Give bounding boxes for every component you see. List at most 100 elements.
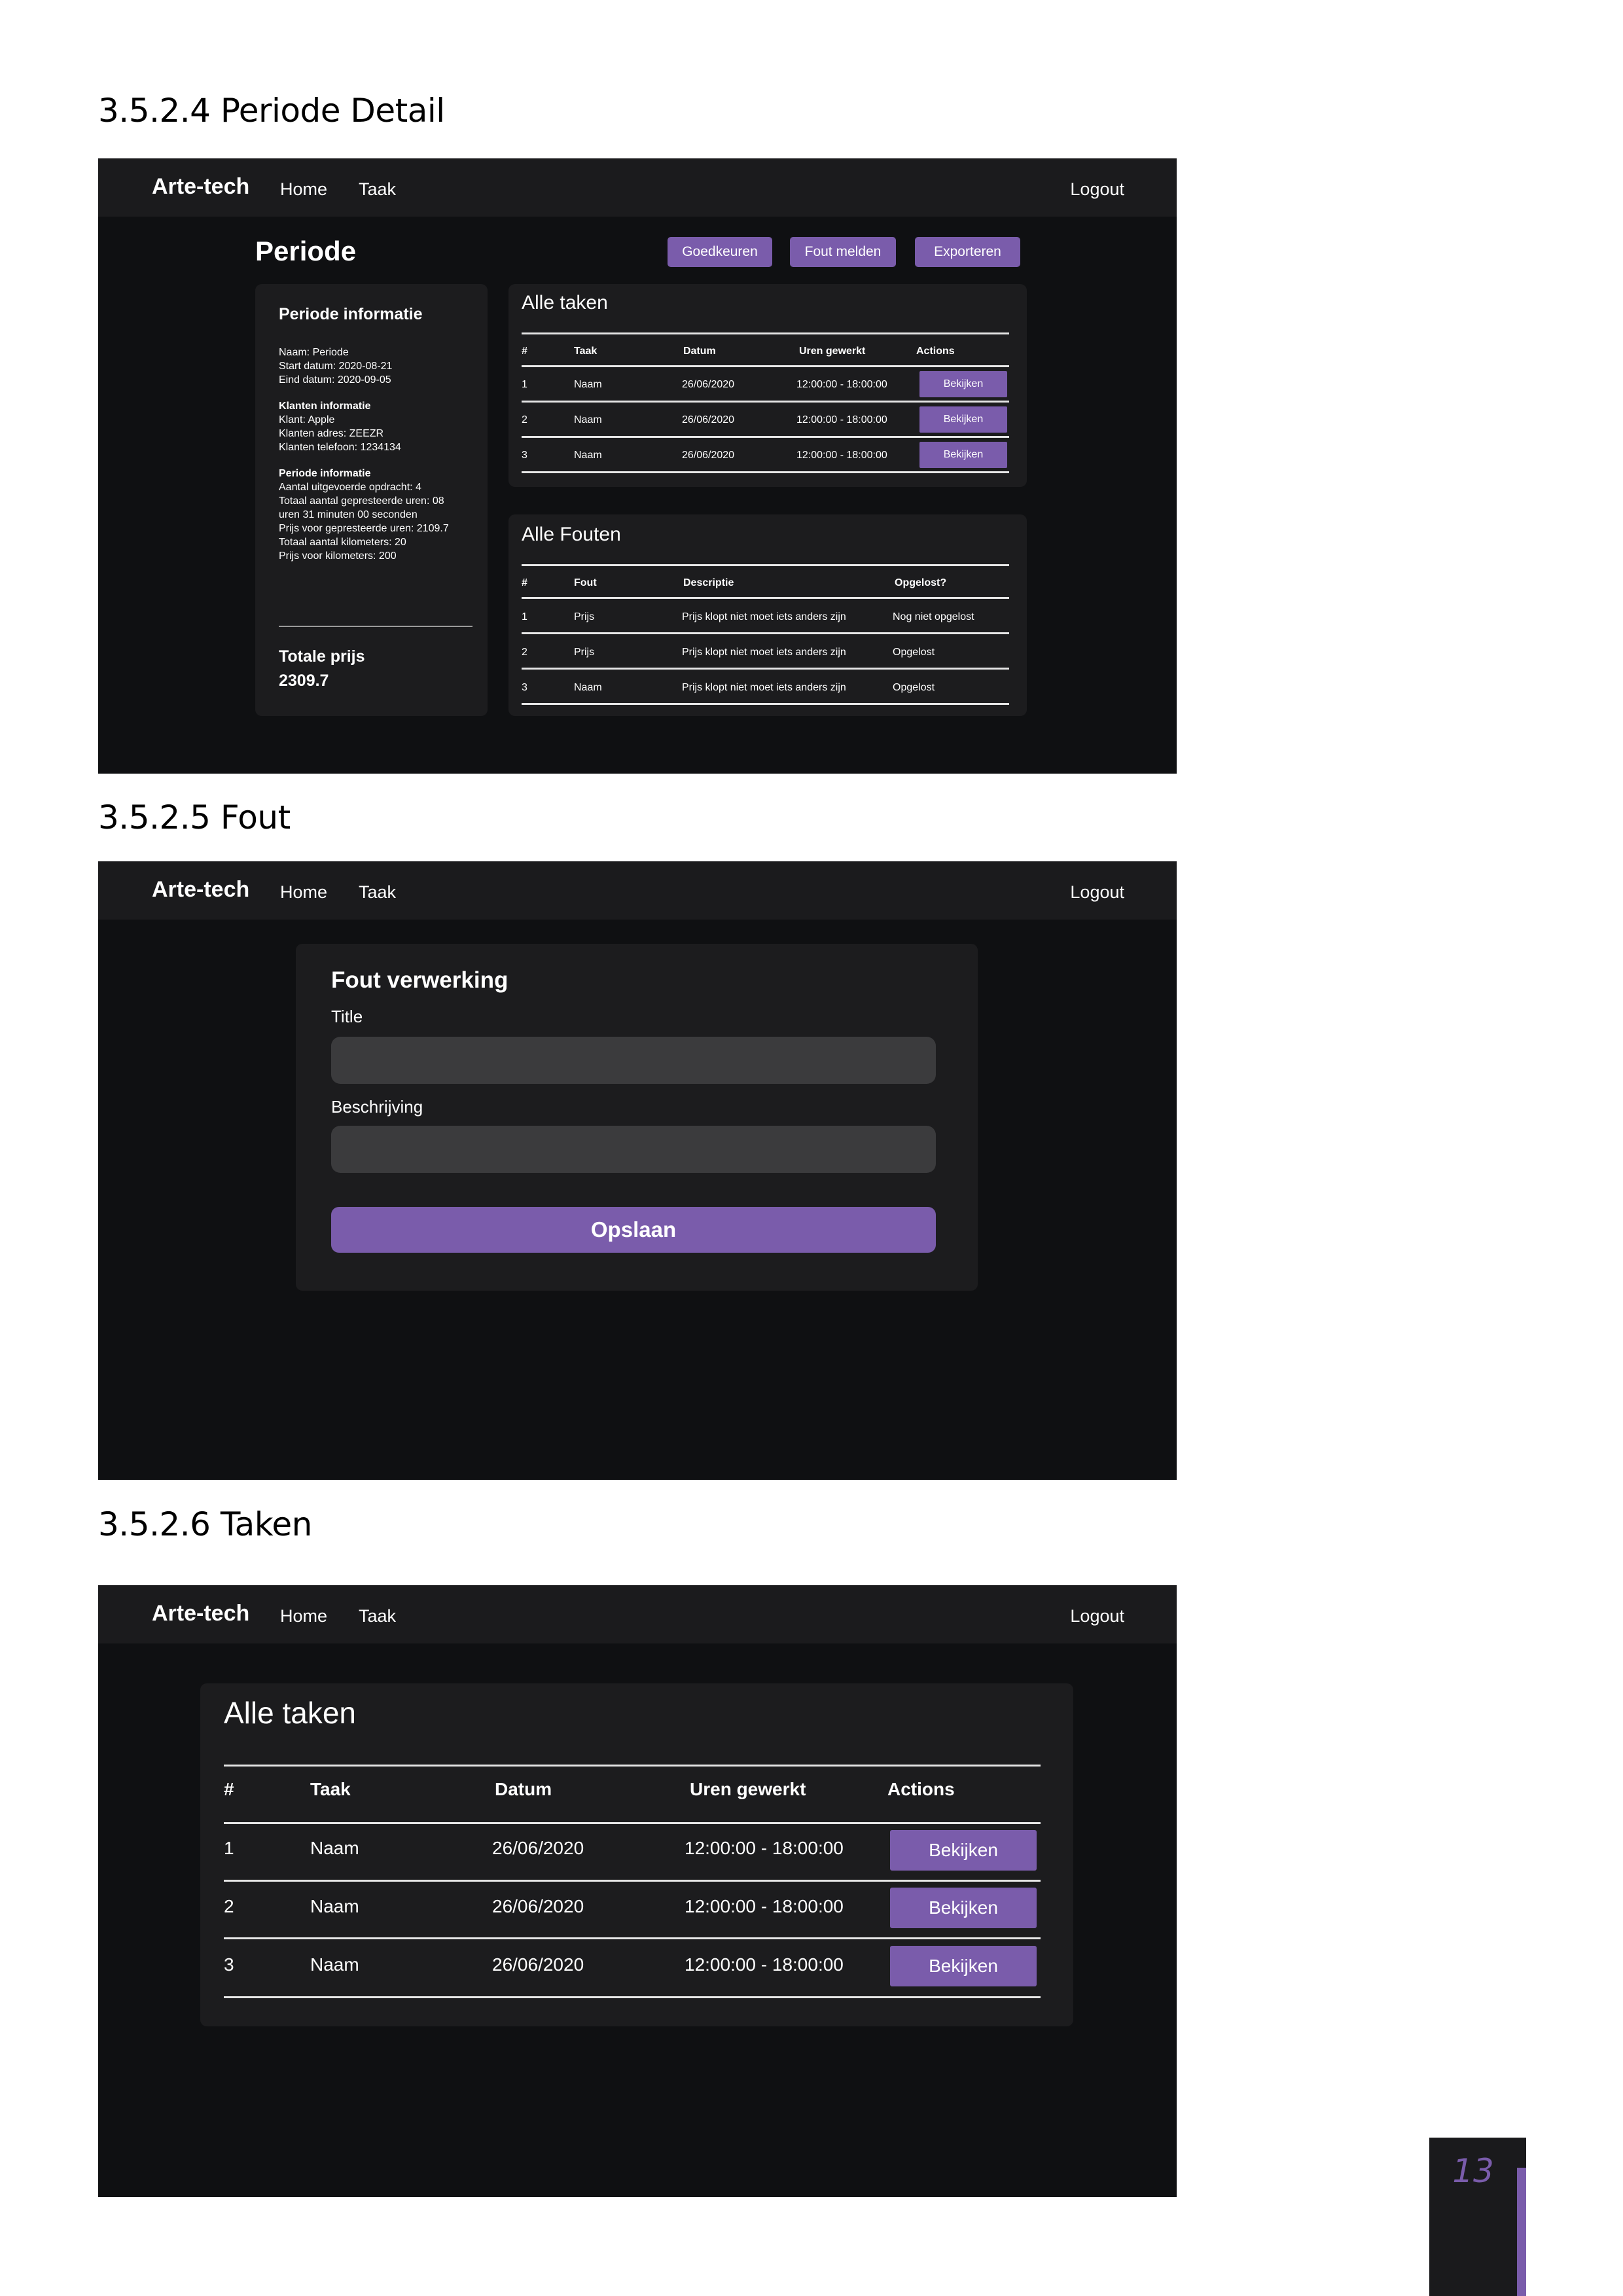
table-rule: [522, 365, 1009, 367]
cell-taak: Naam: [310, 1954, 359, 1975]
cell-taak: Naam: [574, 450, 602, 461]
cell-descriptie: Prijs klopt niet moet iets anders zijn: [682, 647, 846, 658]
divider: [279, 626, 473, 627]
total-label: Totale prijs: [279, 647, 365, 666]
view-button[interactable]: Bekijken: [919, 371, 1007, 397]
cell-num: 3: [522, 682, 527, 693]
cell-fout: Prijs: [574, 647, 595, 658]
cell-num: 3: [522, 450, 527, 461]
taken-card: Alle taken # Taak Datum Uren gewerkt Act…: [508, 284, 1027, 487]
col-header-num: #: [522, 346, 527, 357]
section-heading-fout: 3.5.2.5 Fout: [98, 798, 291, 836]
view-button[interactable]: Bekijken: [919, 406, 1007, 433]
fouten-title: Alle Fouten: [522, 524, 621, 545]
save-button[interactable]: Opslaan: [331, 1207, 936, 1253]
info-prijs-km: Prijs voor kilometers: 200: [279, 550, 397, 562]
info-km: Totaal aantal kilometers: 20: [279, 537, 406, 548]
cell-fout: Prijs: [574, 611, 595, 622]
nav-home[interactable]: Home: [280, 179, 327, 200]
table-rule: [522, 436, 1009, 438]
view-button[interactable]: Bekijken: [890, 1946, 1037, 1986]
description-input[interactable]: [331, 1126, 936, 1173]
table-rule: [522, 668, 1009, 670]
section-heading-periode: 3.5.2.4 Periode Detail: [98, 92, 445, 130]
nav-logout[interactable]: Logout: [1070, 882, 1124, 903]
cell-descriptie: Prijs klopt niet moet iets anders zijn: [682, 611, 846, 622]
brand-logo[interactable]: Arte-tech: [152, 877, 249, 903]
cell-num: 1: [522, 379, 527, 390]
nav-logout[interactable]: Logout: [1070, 1606, 1124, 1626]
nav-home[interactable]: Home: [280, 1606, 327, 1626]
col-header-taak: Taak: [574, 346, 597, 357]
cell-opgelost: Opgelost: [893, 682, 935, 693]
col-header-datum: Datum: [495, 1779, 552, 1799]
fouten-card: Alle Fouten # Fout Descriptie Opgelost? …: [508, 514, 1027, 716]
info-adres: Klanten adres: ZEEZR: [279, 428, 384, 439]
section-heading-taken: 3.5.2.6 Taken: [98, 1505, 312, 1543]
cell-opgelost: Nog niet opgelost: [893, 611, 974, 622]
cell-datum: 26/06/2020: [682, 379, 735, 390]
col-header-taak: Taak: [310, 1779, 351, 1799]
cell-uren: 12:00:00 - 18:00:00: [796, 379, 887, 390]
table-rule: [224, 1765, 1041, 1767]
col-header-num: #: [522, 577, 527, 588]
view-button[interactable]: Bekijken: [919, 442, 1007, 468]
info-block: Naam: Periode Start datum: 2020-08-21 Ei…: [279, 346, 449, 563]
table-rule: [224, 1996, 1041, 1998]
page-number: 13: [1452, 2152, 1494, 2190]
info-klant: Klant: Apple: [279, 414, 335, 425]
cell-taak: Naam: [574, 379, 602, 390]
title-input[interactable]: [331, 1037, 936, 1084]
cell-uren: 12:00:00 - 18:00:00: [796, 414, 887, 425]
table-rule: [224, 1880, 1041, 1882]
table-rule: [522, 597, 1009, 599]
navbar: Arte-tech Home Taak Logout: [98, 1585, 1177, 1643]
periode-info-heading: Periode informatie: [279, 468, 371, 479]
fout-form-card: Fout verwerking Title Beschrijving Opsla…: [296, 944, 978, 1291]
taken-screenshot: Arte-tech Home Taak Logout Alle taken # …: [98, 1585, 1177, 2197]
col-header-num: #: [224, 1779, 234, 1799]
col-header-fout: Fout: [574, 577, 597, 588]
table-rule: [224, 1937, 1041, 1939]
nav-logout[interactable]: Logout: [1070, 179, 1124, 200]
view-button[interactable]: Bekijken: [890, 1888, 1037, 1928]
nav-taak[interactable]: Taak: [359, 179, 396, 200]
cell-opgelost: Opgelost: [893, 647, 935, 658]
info-uren-cont: uren 31 minuten 00 seconden: [279, 509, 418, 520]
brand-logo[interactable]: Arte-tech: [152, 1601, 249, 1626]
view-button[interactable]: Bekijken: [890, 1830, 1037, 1871]
cell-datum: 26/06/2020: [682, 414, 735, 425]
cell-fout: Naam: [574, 682, 602, 693]
info-uren: Totaal aantal gepresteerde uren: 08: [279, 495, 444, 507]
col-header-datum: Datum: [683, 346, 716, 357]
info-opdrachten: Aantal uitgevoerde opdracht: 4: [279, 482, 421, 493]
accent-bar: [1517, 2168, 1526, 2296]
cell-num: 1: [522, 611, 527, 622]
cell-num: 1: [224, 1838, 234, 1858]
table-rule: [522, 401, 1009, 403]
col-header-descriptie: Descriptie: [683, 577, 734, 588]
cell-datum: 26/06/2020: [492, 1896, 584, 1916]
brand-logo[interactable]: Arte-tech: [152, 174, 249, 200]
info-heading: Periode informatie: [279, 305, 423, 323]
cell-num: 2: [522, 647, 527, 658]
navbar: Arte-tech Home Taak Logout: [98, 158, 1177, 217]
export-button[interactable]: Exporteren: [915, 237, 1020, 267]
cell-taak: Naam: [310, 1838, 359, 1858]
report-error-button[interactable]: Fout melden: [790, 237, 896, 267]
table-rule: [224, 1822, 1041, 1824]
cell-descriptie: Prijs klopt niet moet iets anders zijn: [682, 682, 846, 693]
nav-taak[interactable]: Taak: [359, 1606, 396, 1626]
info-eind: Eind datum: 2020-09-05: [279, 374, 391, 386]
cell-taak: Naam: [574, 414, 602, 425]
page-number-tab: 13: [1429, 2138, 1526, 2296]
navbar: Arte-tech Home Taak Logout: [98, 861, 1177, 920]
nav-home[interactable]: Home: [280, 882, 327, 903]
page-title: Periode: [255, 236, 357, 266]
cell-num: 3: [224, 1954, 234, 1975]
cell-uren: 12:00:00 - 18:00:00: [796, 450, 887, 461]
cell-uren: 12:00:00 - 18:00:00: [685, 1896, 844, 1916]
cell-uren: 12:00:00 - 18:00:00: [685, 1838, 844, 1858]
approve-button[interactable]: Goedkeuren: [668, 237, 772, 267]
nav-taak[interactable]: Taak: [359, 882, 396, 903]
